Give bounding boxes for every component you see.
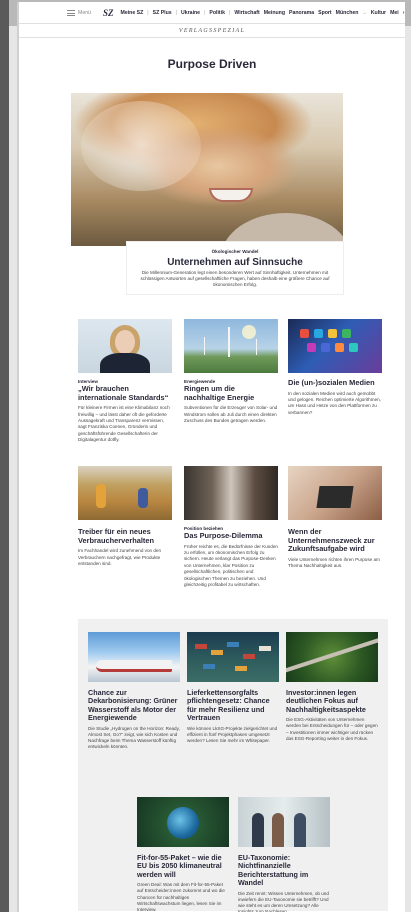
team-hands-image[interactable] bbox=[184, 466, 278, 520]
nav-link-sz-plus[interactable]: SZ Plus bbox=[153, 10, 172, 16]
teaser-text: Green Deal: Was mit dem Fit-for-55-Paket… bbox=[137, 882, 225, 912]
chevron-down-icon[interactable]: ⌄ bbox=[362, 10, 366, 16]
top-navigation: Menü SZ Meine SZ | SZ Plus | Ukraine | Poli… bbox=[19, 2, 405, 24]
teaser-energiewende[interactable]: Energiewende Ringen um die nachhaltige E… bbox=[184, 319, 278, 424]
hero-teaser-card[interactable]: Ökologischer Wandel Unternehmen auf Sinn… bbox=[126, 241, 344, 295]
teaser-title[interactable]: Fit-for-55-Paket – wie die EU bis 2050 k… bbox=[137, 853, 229, 879]
train-image[interactable] bbox=[88, 632, 180, 682]
publisher-special-banner: VERLAGSSPEZIAL bbox=[19, 24, 405, 38]
teaser-verbraucher[interactable]: Treiber für ein neues Verbraucherverhalt… bbox=[78, 466, 172, 567]
nav-link-mei[interactable]: Mei bbox=[390, 10, 399, 16]
nav-link-panorama[interactable]: Panorama bbox=[289, 10, 314, 16]
sz-logo[interactable]: SZ bbox=[103, 8, 114, 18]
teaser-title[interactable]: Lieferkettensorgfalts pflichtengesetz: C… bbox=[187, 688, 279, 723]
nav-link-wirtschaft[interactable]: Wirtschaft bbox=[234, 10, 259, 16]
nav-link-politik[interactable]: Politik bbox=[209, 10, 225, 16]
hero-title[interactable]: Unternehmen auf Sinnsuche bbox=[127, 257, 343, 268]
smartphone-apps-image[interactable] bbox=[288, 319, 382, 373]
teaser-purpose-dilemma[interactable]: Position beziehen Das Purpose-Dilemma Fr… bbox=[184, 466, 278, 588]
portrait-image[interactable] bbox=[78, 319, 172, 373]
hero-kicker: Ökologischer Wandel bbox=[211, 249, 259, 254]
partner-teaser-investoren[interactable]: Investor:innen legen deutlichen Fokus au… bbox=[286, 632, 378, 742]
browser-viewport: Menü SZ Meine SZ | SZ Plus | Ukraine | Poli… bbox=[0, 0, 411, 912]
office-laptop-image[interactable] bbox=[288, 466, 382, 520]
harvest-field-image[interactable] bbox=[78, 466, 172, 520]
teaser-social-media[interactable]: Die (un-)sozialen Medien In den sozialen… bbox=[288, 319, 382, 416]
smiling-woman-photo bbox=[209, 188, 253, 202]
nav-link-ukraine[interactable]: Ukraine bbox=[181, 10, 200, 16]
menu-label: Menü bbox=[78, 9, 91, 16]
teaser-text: Für kleinere Firmen ist eine Klimabilanz… bbox=[78, 405, 170, 443]
partner-teaser-lieferketten[interactable]: Lieferkettensorgfalts pflichtengesetz: C… bbox=[187, 632, 279, 744]
teaser-text: Subventionen für die Erzeuger von Solar-… bbox=[184, 405, 278, 423]
teaser-unternehmenszweck[interactable]: Wenn der Unternehmenszweck zur Zukunftsa… bbox=[288, 466, 382, 570]
business-meeting-image[interactable] bbox=[238, 797, 330, 847]
hero-image[interactable] bbox=[71, 93, 343, 246]
hero-text: Die Millennium-Generation legt einen bes… bbox=[140, 270, 330, 288]
nav-link-sport[interactable]: Sport bbox=[318, 10, 332, 16]
nav-link-kultur[interactable]: Kultur bbox=[371, 10, 386, 16]
wind-turbine-image[interactable] bbox=[184, 319, 278, 373]
chevron-right-icon[interactable]: › bbox=[403, 10, 405, 16]
teaser-text: In den sozialen Medien wird auch gemobbt… bbox=[288, 390, 381, 415]
nav-link-meinung[interactable]: Meinung bbox=[264, 10, 285, 16]
partner-teaser-fit-for-55[interactable]: Fit-for-55-Paket – wie die EU bis 2050 k… bbox=[137, 797, 229, 912]
teaser-text: Im Fachhandel wird zunehmend von den Ver… bbox=[78, 548, 161, 566]
teaser-text: Die Zeit rennt: Wissen Unternehmen, ob u… bbox=[238, 890, 329, 912]
nav-link-muenchen[interactable]: München bbox=[336, 10, 359, 16]
menu-button[interactable]: Menü bbox=[67, 9, 91, 16]
teaser-title[interactable]: Die (un-)sozialen Medien bbox=[288, 378, 382, 388]
teaser-text: Die ESG-Aktivitäten von Unternehmen werd… bbox=[286, 717, 378, 741]
hamburger-icon bbox=[67, 9, 75, 16]
teaser-title[interactable]: Wenn der Unternehmenszweck zur Zukunftsa… bbox=[288, 527, 382, 554]
teaser-text: Früher reichte es, die Bedürfnisse der K… bbox=[184, 543, 278, 588]
section-links: Meine SZ | SZ Plus | Ukraine | Politik | Wir… bbox=[120, 9, 405, 16]
left-backdrop bbox=[0, 0, 9, 912]
partner-teaser-wasserstoff[interactable]: Chance zur Dekarbonisierung: Grüner Wass… bbox=[88, 632, 180, 750]
teaser-title[interactable]: „Wir brauchen internationale Standards“ bbox=[78, 384, 172, 402]
teaser-interview[interactable]: Interview „Wir brauchen internationale S… bbox=[78, 319, 172, 444]
teaser-title[interactable]: Ringen um die nachhaltige Energie bbox=[184, 384, 278, 402]
forest-road-image[interactable] bbox=[286, 632, 378, 682]
teaser-title[interactable]: Treiber für ein neues Verbraucherverhalt… bbox=[78, 527, 172, 545]
teaser-text: Wie können LkSG-Projekte zielgerichtet u… bbox=[187, 725, 278, 744]
container-port-image[interactable] bbox=[187, 632, 279, 682]
teaser-text: Die Studie „Hydrogen on the Horizon: Rea… bbox=[88, 725, 180, 750]
teaser-title[interactable]: Das Purpose-Dilemma bbox=[184, 531, 278, 541]
nav-link-meine-sz[interactable]: Meine SZ bbox=[121, 10, 144, 16]
page-title: Purpose Driven bbox=[167, 57, 257, 71]
teaser-text: Viele Unternehmen richten ihren Purpose … bbox=[288, 556, 380, 569]
teaser-title[interactable]: Chance zur Dekarbonisierung: Grüner Wass… bbox=[88, 688, 180, 723]
teaser-title[interactable]: Investor:innen legen deutlichen Fokus au… bbox=[286, 688, 378, 714]
globe-image[interactable] bbox=[137, 797, 229, 847]
partner-teaser-taxonomie[interactable]: EU-Taxonomie: Nichtfinanzielle Berichter… bbox=[238, 797, 330, 912]
teaser-title[interactable]: EU-Taxonomie: Nichtfinanzielle Berichter… bbox=[238, 853, 330, 888]
